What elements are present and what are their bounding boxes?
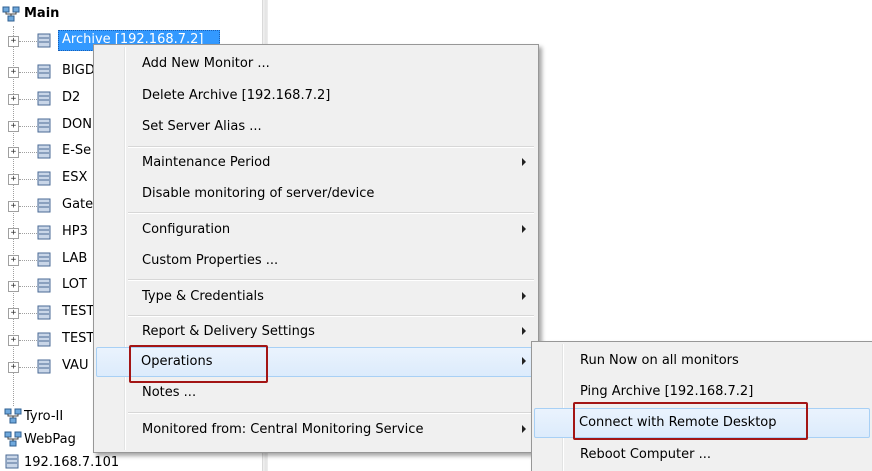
tree-group-tyro[interactable]: Tyro-II	[24, 409, 63, 424]
menu-item-delete-archive[interactable]: Delete Archive [192.168.7.2]	[96, 81, 536, 111]
submenu-arrow-icon	[522, 158, 526, 166]
server-icon	[37, 91, 51, 106]
server-icon	[37, 305, 51, 320]
menu-item-label: Set Server Alias ...	[142, 119, 262, 134]
tree-line	[13, 26, 14, 406]
expand-toggle[interactable]: +	[8, 67, 19, 78]
expand-toggle[interactable]: +	[8, 36, 19, 47]
tree-connector	[19, 232, 37, 234]
menu-item-label: Ping Archive [192.168.7.2]	[580, 384, 754, 399]
menu-separator	[128, 212, 534, 214]
menu-item-label: Type & Credentials	[142, 289, 264, 304]
network-group-icon	[4, 431, 22, 447]
expand-toggle[interactable]: +	[8, 254, 19, 266]
tree-node-server[interactable]: BIGD	[62, 63, 95, 78]
tree-node-server[interactable]: VAU	[62, 358, 88, 373]
tree-connector	[19, 313, 37, 315]
server-icon	[37, 198, 51, 213]
tree-node-server[interactable]: ESX	[62, 170, 87, 185]
tree-node-server[interactable]: DON	[62, 117, 92, 132]
expand-toggle[interactable]: +	[8, 308, 19, 320]
submenu-arrow-icon	[522, 327, 526, 335]
tree-connector	[19, 286, 37, 288]
network-group-icon	[2, 6, 20, 22]
tree-root-label[interactable]: Main	[24, 6, 59, 21]
menu-item-set-server-alias[interactable]: Set Server Alias ...	[96, 112, 536, 142]
menu-item-report-delivery[interactable]: Report & Delivery Settings	[96, 317, 536, 347]
menu-item-label: Maintenance Period	[142, 155, 271, 170]
server-icon	[37, 359, 51, 374]
expand-toggle[interactable]: +	[8, 335, 19, 346]
context-menu: Add New Monitor ... Delete Archive [192.…	[93, 44, 539, 453]
tree-node-server[interactable]: D2	[62, 90, 80, 105]
menu-item-custom-properties[interactable]: Custom Properties ...	[96, 246, 536, 276]
tree-connector	[19, 41, 37, 42]
menu-item-label: Delete Archive [192.168.7.2]	[142, 88, 331, 103]
tree-connector	[19, 125, 37, 127]
submenu-arrow-icon	[522, 225, 526, 233]
submenu-arrow-icon	[522, 425, 526, 433]
tree-connector	[19, 259, 37, 261]
tree-node-server[interactable]: LAB	[62, 251, 87, 266]
server-icon	[37, 118, 51, 133]
menu-item-label: Reboot Computer ...	[580, 447, 711, 462]
submenu-item-reboot[interactable]: Reboot Computer ...	[534, 440, 870, 470]
expand-toggle[interactable]: +	[8, 361, 19, 373]
server-icon	[37, 332, 51, 347]
expand-toggle[interactable]: +	[8, 281, 19, 293]
tree-node-server[interactable]: HP3	[62, 224, 88, 239]
server-icon	[37, 278, 51, 293]
expand-toggle[interactable]: +	[8, 93, 19, 105]
menu-item-type-credentials[interactable]: Type & Credentials	[96, 282, 536, 312]
menu-item-label: Report & Delivery Settings	[142, 324, 315, 339]
tree-node-server[interactable]: TEST	[62, 331, 94, 346]
annotation-highlight-box	[129, 345, 268, 383]
expand-toggle[interactable]: +	[8, 174, 19, 186]
menu-item-maintenance-period[interactable]: Maintenance Period	[96, 148, 536, 178]
submenu-item-run-now[interactable]: Run Now on all monitors	[534, 346, 870, 376]
tree-device-label[interactable]: 192.168.7.101	[24, 455, 119, 470]
menu-separator	[128, 279, 534, 281]
tree-node-server[interactable]: TEST	[62, 304, 94, 319]
expand-toggle[interactable]: +	[8, 201, 19, 212]
server-icon	[37, 64, 51, 79]
submenu-arrow-icon	[522, 357, 526, 365]
expand-toggle[interactable]: +	[8, 227, 19, 239]
menu-item-label: Custom Properties ...	[142, 253, 279, 268]
tree-connector	[19, 72, 37, 73]
tree-connector	[19, 206, 37, 207]
server-icon	[37, 252, 51, 267]
menu-item-add-new-monitor[interactable]: Add New Monitor ...	[96, 49, 536, 79]
server-icon	[37, 33, 51, 48]
server-icon	[37, 144, 51, 159]
tree-connector	[19, 179, 37, 181]
menu-separator	[128, 412, 534, 414]
tree-connector	[19, 152, 37, 154]
menu-item-label: Run Now on all monitors	[580, 353, 739, 368]
menu-item-label: Configuration	[142, 222, 231, 237]
menu-item-monitored-from[interactable]: Monitored from: Central Monitoring Servi…	[96, 415, 536, 445]
menu-item-label: Monitored from: Central Monitoring Servi…	[142, 422, 424, 437]
menu-item-configuration[interactable]: Configuration	[96, 215, 536, 245]
annotation-highlight-box	[573, 402, 808, 440]
tree-connector	[19, 98, 37, 100]
server-icon	[37, 171, 51, 186]
server-icon	[5, 454, 19, 469]
menu-item-label: Disable monitoring of server/device	[142, 186, 375, 201]
tree-node-server[interactable]: Gate	[62, 197, 93, 212]
server-icon	[37, 225, 51, 240]
tree-connector	[19, 340, 37, 341]
expand-toggle[interactable]: +	[8, 120, 19, 132]
tree-connector	[19, 366, 37, 368]
tree-group-webpag[interactable]: WebPag	[24, 432, 76, 447]
tree-node-server[interactable]: E-Se	[62, 143, 91, 158]
submenu-arrow-icon	[522, 292, 526, 300]
menu-item-disable-monitoring[interactable]: Disable monitoring of server/device	[96, 179, 536, 209]
menu-item-label: Add New Monitor ...	[142, 56, 270, 71]
menu-item-label: Notes ...	[142, 385, 197, 400]
expand-toggle[interactable]: +	[8, 147, 19, 159]
network-group-icon	[4, 408, 22, 424]
tree-node-server[interactable]: LOT	[62, 277, 87, 292]
